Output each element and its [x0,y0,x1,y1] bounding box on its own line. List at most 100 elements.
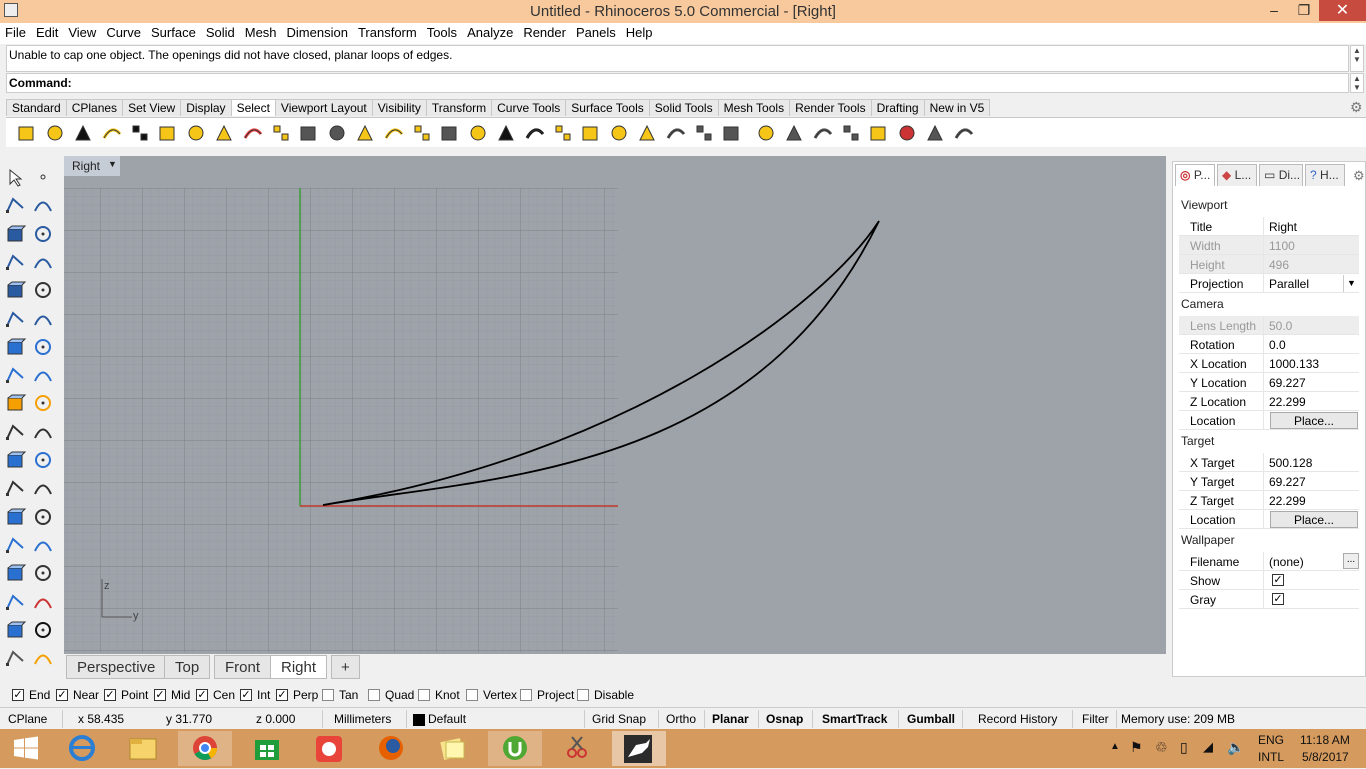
language-code[interactable]: ENG [1258,733,1284,747]
toolbar-tab-set-view[interactable]: Set View [122,99,182,116]
maximize-button[interactable]: ❐ [1289,0,1319,21]
select-extrusion-icon[interactable] [665,122,687,144]
record-history-toggle[interactable]: Record History [978,712,1057,726]
menu-mesh[interactable]: Mesh [240,23,282,40]
select-curves-icon[interactable] [129,122,151,144]
grid-snap-toggle[interactable]: Grid Snap [592,712,646,726]
grid-array-icon[interactable] [4,591,26,613]
select-control-points-icon[interactable] [44,122,66,144]
trim-icon[interactable] [4,421,26,443]
arc-icon[interactable] [4,251,26,273]
chrome-icon[interactable] [178,731,232,766]
prop-y-location[interactable]: Y Location 69.227 [1179,373,1359,392]
polygon-icon[interactable] [4,279,27,301]
tab-top[interactable]: Top [164,655,211,679]
toolbar-tab-new-in-v5[interactable]: New in V5 [923,99,991,116]
cylinder-icon[interactable] [4,364,26,386]
select-history-icon[interactable] [495,122,517,144]
clock-time[interactable]: 11:18 AM [1300,733,1350,747]
wifi-signal-icon[interactable]: ◢ [1203,739,1213,755]
select-planar-icon[interactable] [636,122,658,144]
sphere-icon[interactable] [32,336,54,358]
internet-explorer-icon[interactable] [55,731,109,766]
select-edges-icon[interactable] [755,122,777,144]
toolbar-tab-solid-tools[interactable]: Solid Tools [648,99,719,116]
menu-file[interactable]: File [0,23,31,40]
surface-corner-icon[interactable] [4,308,26,330]
select-closed-icon[interactable] [580,122,602,144]
osnap-cen-label[interactable]: Cen [213,688,235,702]
osnap-int-label[interactable]: Int [257,688,270,702]
chevron-down-icon[interactable]: ▼ [1343,275,1359,292]
polyline-icon[interactable] [4,194,26,216]
curve-icon[interactable] [32,194,54,216]
osnap-cen-checkbox[interactable]: ✓ [196,689,208,701]
osnap-disable-checkbox[interactable] [577,689,589,701]
viewport-right[interactable]: z y Right ▼ [64,156,1166,654]
osnap-near-checkbox[interactable]: ✓ [56,689,68,701]
osnap-end-label[interactable]: End [29,688,50,702]
solid-edit-icon[interactable] [4,562,27,584]
status-layer[interactable]: Default [428,712,466,726]
box-icon[interactable] [4,336,27,358]
prop-z-target[interactable]: Z Target 22.299 [1179,491,1359,510]
osnap-vertex-checkbox[interactable] [466,689,478,701]
menu-curve[interactable]: Curve [101,23,146,40]
align-icon[interactable] [32,591,54,613]
sticky-notes-icon[interactable] [426,731,480,766]
show-hidden-icons-icon[interactable]: ▲ [1110,741,1120,752]
planar-toggle[interactable]: Planar [712,712,749,726]
select-color-icon[interactable] [242,122,264,144]
osnap-mid-label[interactable]: Mid [171,688,190,702]
viewport-canvas[interactable]: z y [64,156,1166,654]
gear-icon[interactable]: ⚙ [1350,99,1363,116]
target-place-button[interactable]: Place... [1270,511,1358,528]
render-icon[interactable] [4,647,26,669]
tab-front[interactable]: Front [214,655,272,679]
circle-icon[interactable] [4,223,27,245]
toolbar-tab-display[interactable]: Display [180,99,232,116]
select-mesh-icon[interactable] [840,122,862,144]
select-lights-icon[interactable] [354,122,376,144]
status-cplane[interactable]: CPlane [8,712,47,726]
select-loop-icon[interactable] [693,122,715,144]
file-explorer-icon[interactable] [116,731,170,766]
toolbar-tab-render-tools[interactable]: Render Tools [789,99,872,116]
select-all-icon[interactable] [72,122,94,144]
prop-filename[interactable]: Filename (none)... [1179,552,1359,571]
select-text-icon[interactable] [185,122,207,144]
explode-icon[interactable] [4,392,27,414]
menu-analyze[interactable]: Analyze [462,23,518,40]
network-share-icon[interactable]: ♲ [1155,739,1168,756]
osnap-tan-checkbox[interactable] [322,689,334,701]
osnap-int-checkbox[interactable]: ✓ [240,689,252,701]
osnap-point-checkbox[interactable]: ✓ [104,689,116,701]
prop-y-target[interactable]: Y Target 69.227 [1179,472,1359,491]
browse-button[interactable]: ... [1343,553,1359,569]
menu-solid[interactable]: Solid [201,23,240,40]
camera-place-button[interactable]: Place... [1270,412,1358,429]
loft-icon[interactable] [32,308,54,330]
chevron-down-icon[interactable]: ▼ [108,159,117,169]
array-icon[interactable] [32,449,54,471]
tab-display[interactable]: ▭ Di... [1259,164,1303,186]
add-viewport-tab[interactable]: + [331,655,360,679]
split-icon[interactable] [32,421,54,443]
select-solids-icon[interactable] [213,122,235,144]
select-points-icon[interactable] [16,122,38,144]
fillet-icon[interactable] [32,392,54,414]
menu-surface[interactable]: Surface [146,23,201,40]
osnap-tan-label[interactable]: Tan [339,688,358,702]
osnap-end-checkbox[interactable]: ✓ [12,689,24,701]
select-chain-icon[interactable] [439,122,461,144]
gray-checkbox[interactable]: ✓ [1272,593,1284,605]
select-subobject-icon[interactable] [721,122,743,144]
tab-properties[interactable]: ◎ P... [1175,164,1215,186]
smarttrack-toggle[interactable]: SmartTrack [822,712,887,726]
status-units[interactable]: Millimeters [334,712,391,726]
toolbar-tab-select[interactable]: Select [230,99,276,116]
volume-icon[interactable]: 🔈 [1227,739,1244,756]
toolbar-tab-mesh-tools[interactable]: Mesh Tools [717,99,791,116]
osnap-knot-label[interactable]: Knot [435,688,460,702]
prop-x-target[interactable]: X Target 500.128 [1179,453,1359,472]
